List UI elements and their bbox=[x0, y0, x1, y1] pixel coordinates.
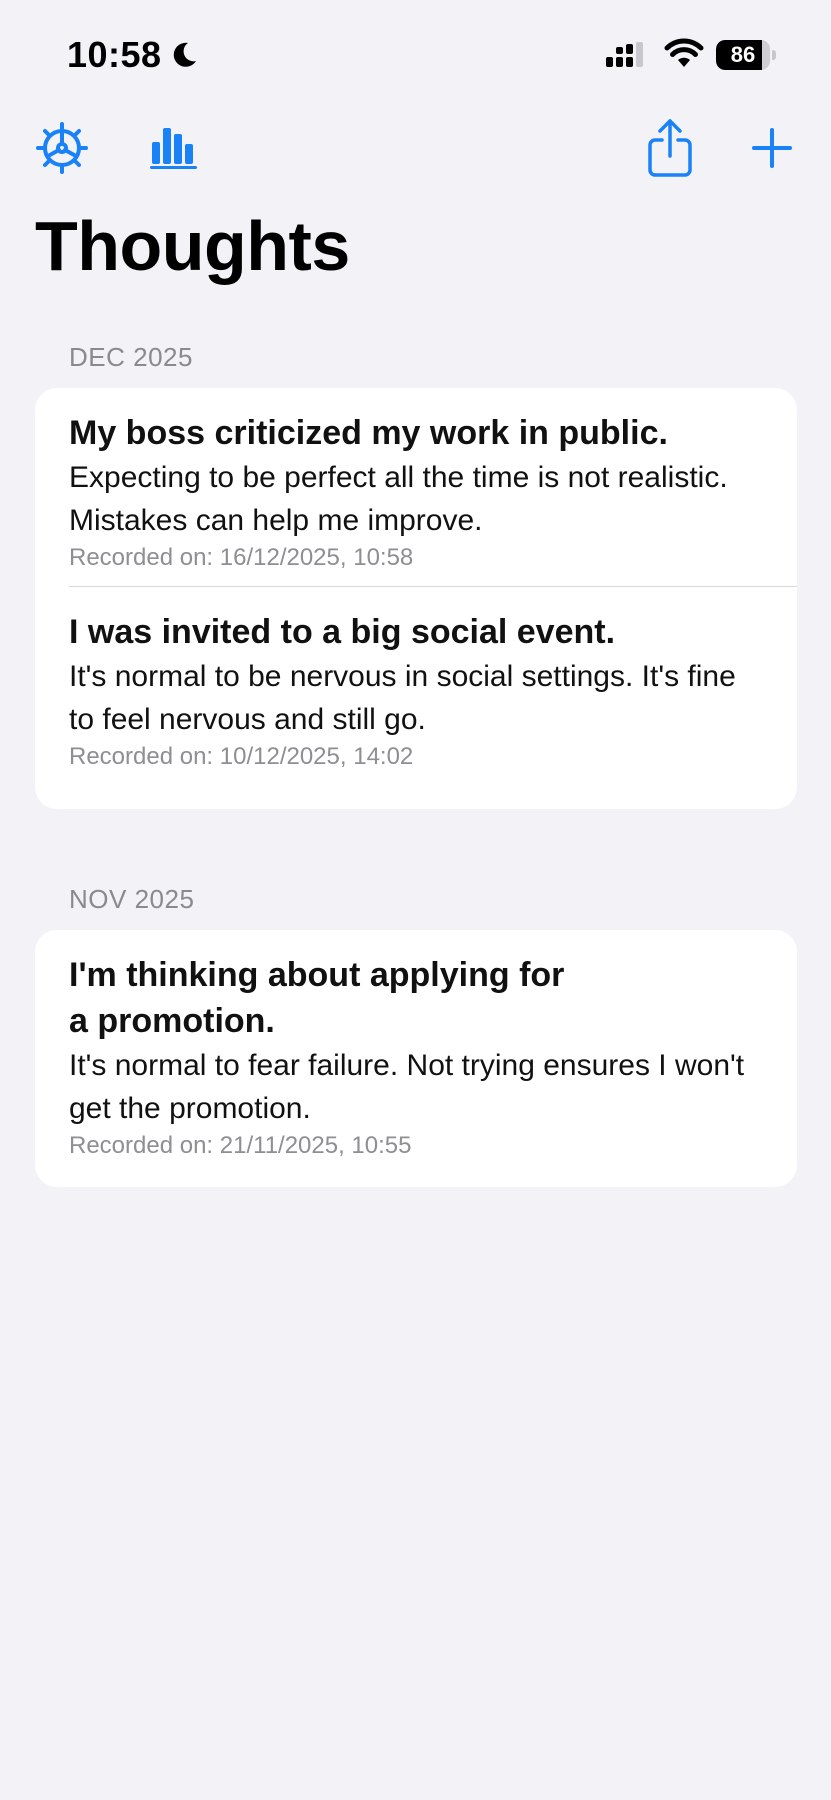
battery-body: 86 bbox=[716, 40, 770, 70]
page-title: Thoughts bbox=[35, 207, 350, 285]
share-button[interactable] bbox=[642, 116, 698, 180]
cellular-signal-icon bbox=[606, 42, 643, 67]
battery-cap bbox=[772, 50, 776, 60]
section-header-dec-2025: DEC 2025 bbox=[69, 342, 193, 372]
share-icon bbox=[648, 119, 692, 177]
thought-entry[interactable]: I was invited to a big social event. It'… bbox=[35, 587, 797, 773]
thought-title: I'm thinking about applying for a promot… bbox=[69, 952, 763, 1044]
section-header-nov-2025: NOV 2025 bbox=[69, 884, 195, 914]
battery-indicator: 86 bbox=[716, 40, 776, 70]
thoughts-card-dec-2025: My boss criticized my work in public. Ex… bbox=[35, 388, 797, 809]
status-bar: 10:58 86 bbox=[0, 0, 831, 110]
thought-body: Expecting to be perfect all the time is … bbox=[69, 461, 728, 537]
gear-icon bbox=[36, 122, 88, 174]
clock-text: 10:58 bbox=[67, 34, 162, 75]
thought-date: Recorded on: 10/12/2025, 14:02 bbox=[69, 743, 414, 770]
bar-chart-icon bbox=[150, 128, 197, 169]
thought-date: Recorded on: 16/12/2025, 10:58 bbox=[69, 544, 414, 571]
thought-body: It's normal to be nervous in social sett… bbox=[69, 660, 736, 736]
thought-title: I was invited to a big social event. bbox=[69, 613, 616, 651]
plus-icon bbox=[752, 128, 792, 168]
status-time: 10:58 bbox=[67, 34, 200, 76]
add-thought-button[interactable] bbox=[746, 120, 798, 176]
battery-level-text: 86 bbox=[730, 42, 756, 67]
thought-entry[interactable]: I'm thinking about applying for a promot… bbox=[35, 930, 797, 1162]
statistics-button[interactable] bbox=[146, 118, 202, 174]
settings-button[interactable] bbox=[34, 120, 90, 176]
thought-title-line: I'm thinking about applying for bbox=[69, 956, 565, 994]
thought-body: It's normal to fear failure. Not trying … bbox=[69, 1049, 745, 1125]
moon-icon bbox=[173, 42, 196, 67]
thought-title: My boss criticized my work in public. bbox=[69, 414, 668, 452]
thought-entry[interactable]: My boss criticized my work in public. Ex… bbox=[35, 388, 797, 586]
thought-date: Recorded on: 21/11/2025, 10:55 bbox=[69, 1132, 412, 1159]
wifi-icon bbox=[664, 38, 704, 67]
thoughts-card-nov-2025: I'm thinking about applying for a promot… bbox=[35, 930, 797, 1187]
thought-title-line: a promotion. bbox=[69, 1002, 275, 1040]
